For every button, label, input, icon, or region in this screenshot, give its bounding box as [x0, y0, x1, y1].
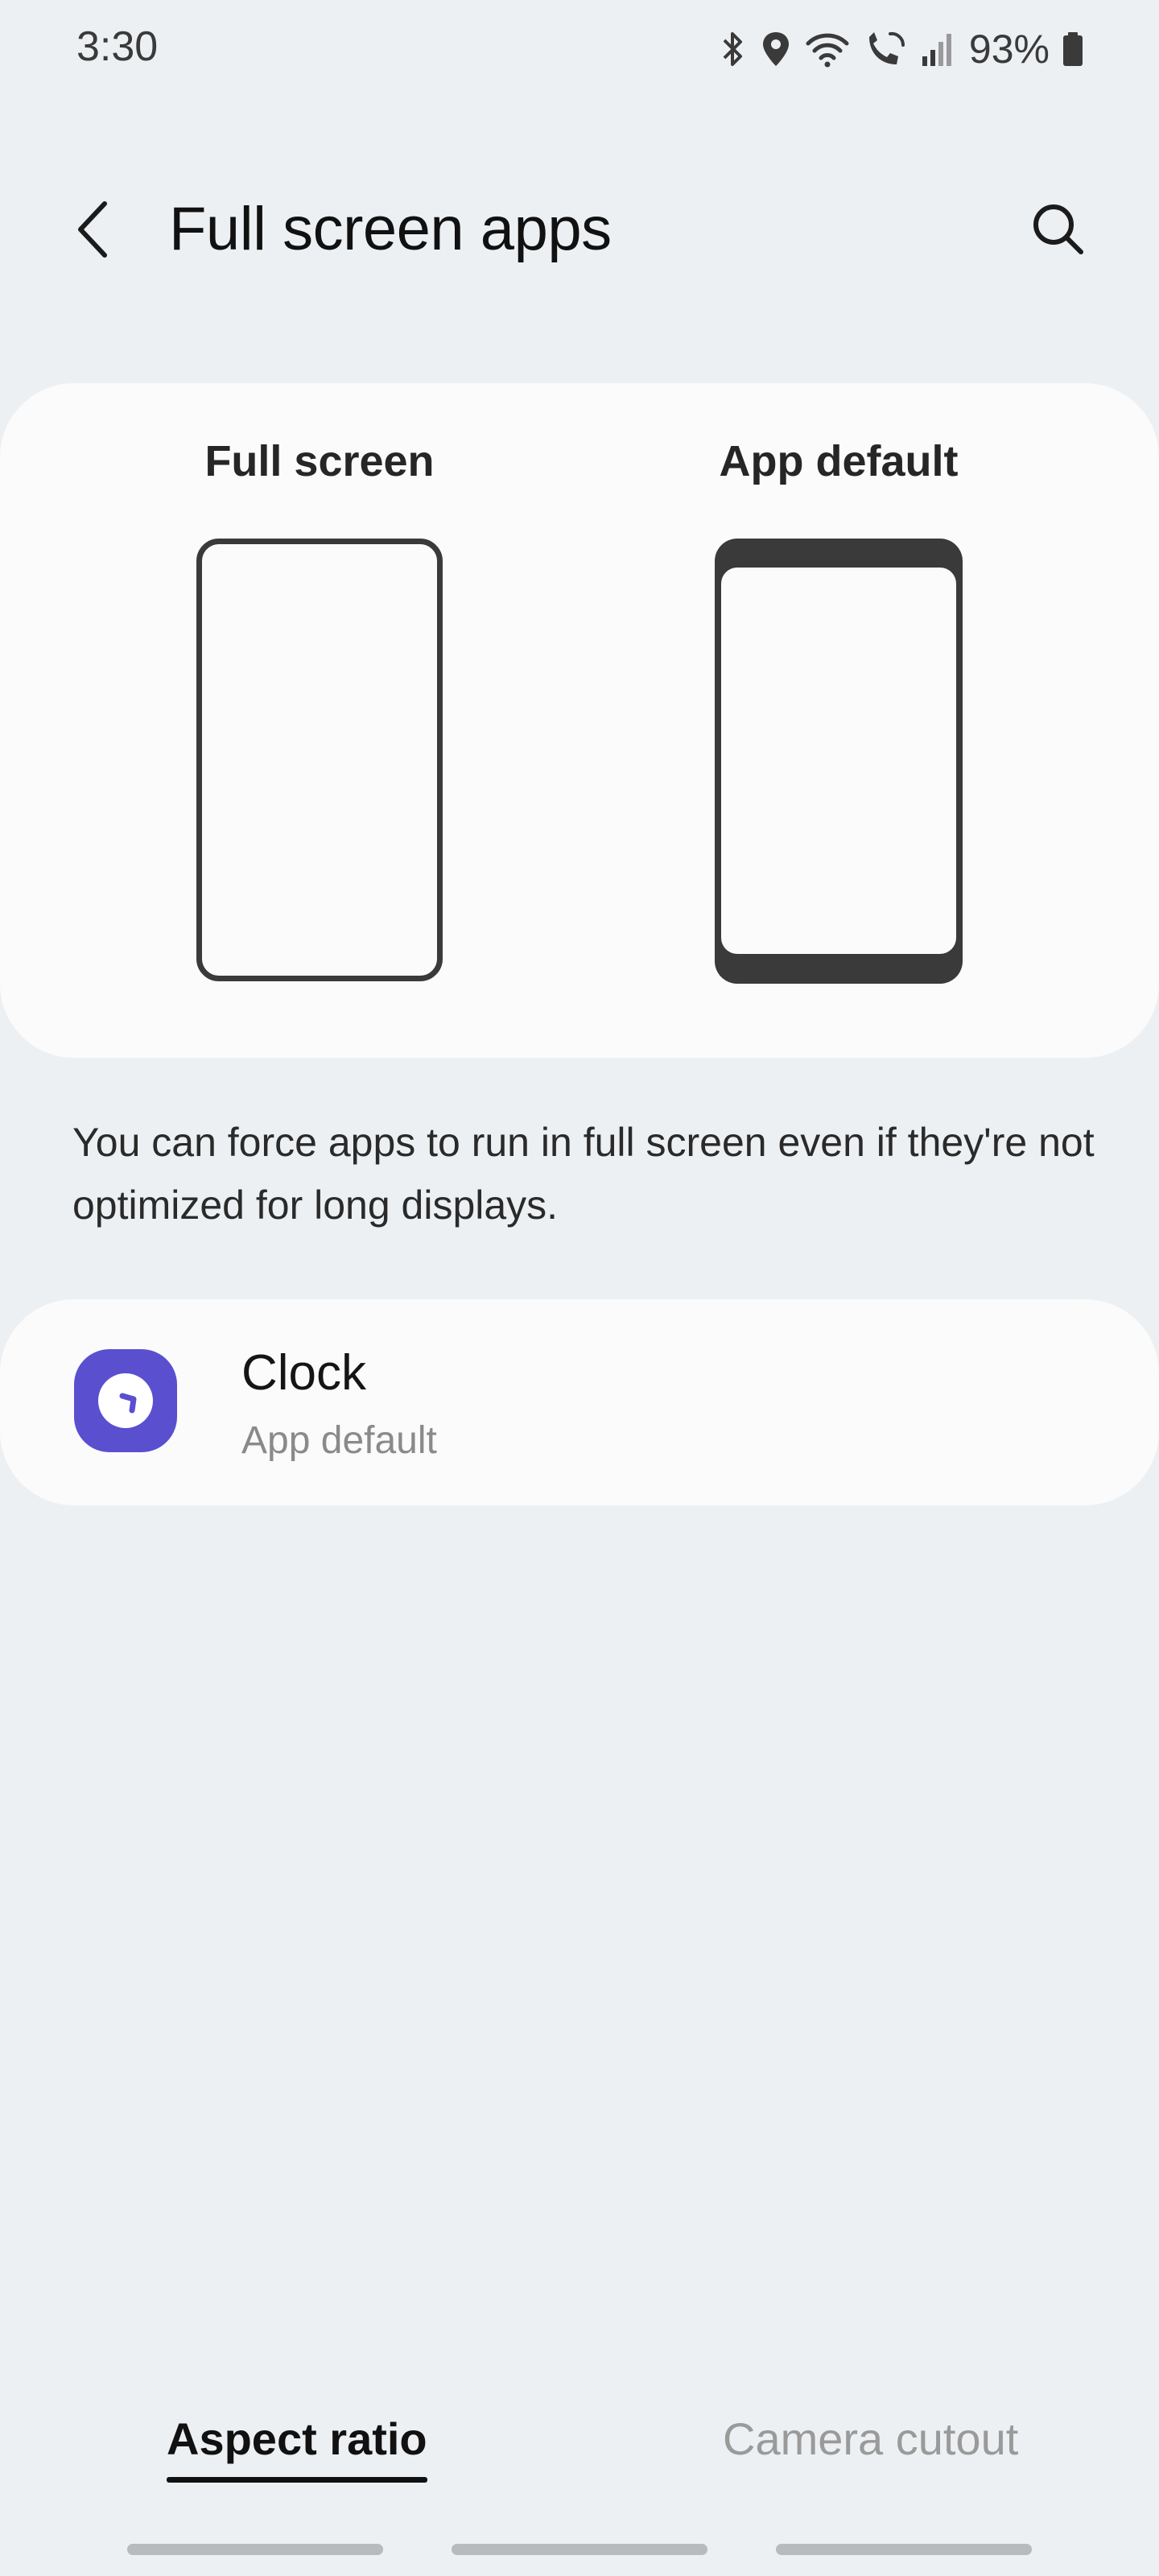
nav-recents-button[interactable]	[127, 2544, 383, 2555]
location-icon	[760, 29, 792, 69]
tab-camera-cutout-label: Camera cutout	[723, 2413, 1019, 2464]
app-default-label: App default	[719, 437, 959, 485]
tab-aspect-ratio[interactable]: Aspect ratio	[167, 2407, 427, 2483]
back-button[interactable]	[64, 193, 121, 266]
tab-camera-cutout[interactable]: Camera cutout	[723, 2407, 1018, 2471]
status-time: 3:30	[76, 23, 159, 70]
back-chevron-icon	[78, 201, 107, 258]
tab-selected-indicator	[167, 2477, 427, 2483]
wifi-icon	[803, 29, 852, 69]
app-default-phone-icon	[715, 539, 963, 984]
app-setting: App default	[241, 1419, 437, 1462]
status-bar: 3:30 93%	[0, 0, 1159, 97]
app-list-item[interactable]: Clock App default	[0, 1299, 1159, 1505]
app-name: Clock	[241, 1345, 367, 1401]
full-screen-preview: Full screen	[151, 383, 489, 1058]
page-title: Full screen apps	[169, 195, 612, 263]
full-screen-label: Full screen	[204, 437, 435, 485]
battery-icon	[1061, 29, 1085, 69]
search-button[interactable]	[1022, 193, 1095, 266]
search-icon	[1033, 204, 1083, 254]
navigation-bar	[0, 2544, 1159, 2560]
bottom-tabs: Aspect ratio Camera cutout	[0, 2407, 1159, 2496]
status-icons: 93%	[716, 21, 1085, 77]
full-screen-phone-icon	[196, 539, 443, 981]
app-default-preview: App default	[670, 383, 1008, 1058]
wifi-calling-icon	[863, 29, 908, 69]
clock-app-icon	[74, 1349, 177, 1452]
nav-home-button[interactable]	[452, 2544, 707, 2555]
nav-back-button[interactable]	[776, 2544, 1032, 2555]
app-header: Full screen apps	[0, 161, 1159, 298]
description-text: You can force apps to run in full screen…	[72, 1120, 1095, 1228]
battery-percent: 93%	[968, 27, 1050, 72]
tab-aspect-ratio-label: Aspect ratio	[167, 2413, 427, 2464]
signal-icon	[919, 29, 955, 69]
app-default-phone-screen	[721, 568, 956, 954]
aspect-preview-card: Full screen App default	[0, 383, 1159, 1058]
bluetooth-icon	[716, 29, 749, 69]
